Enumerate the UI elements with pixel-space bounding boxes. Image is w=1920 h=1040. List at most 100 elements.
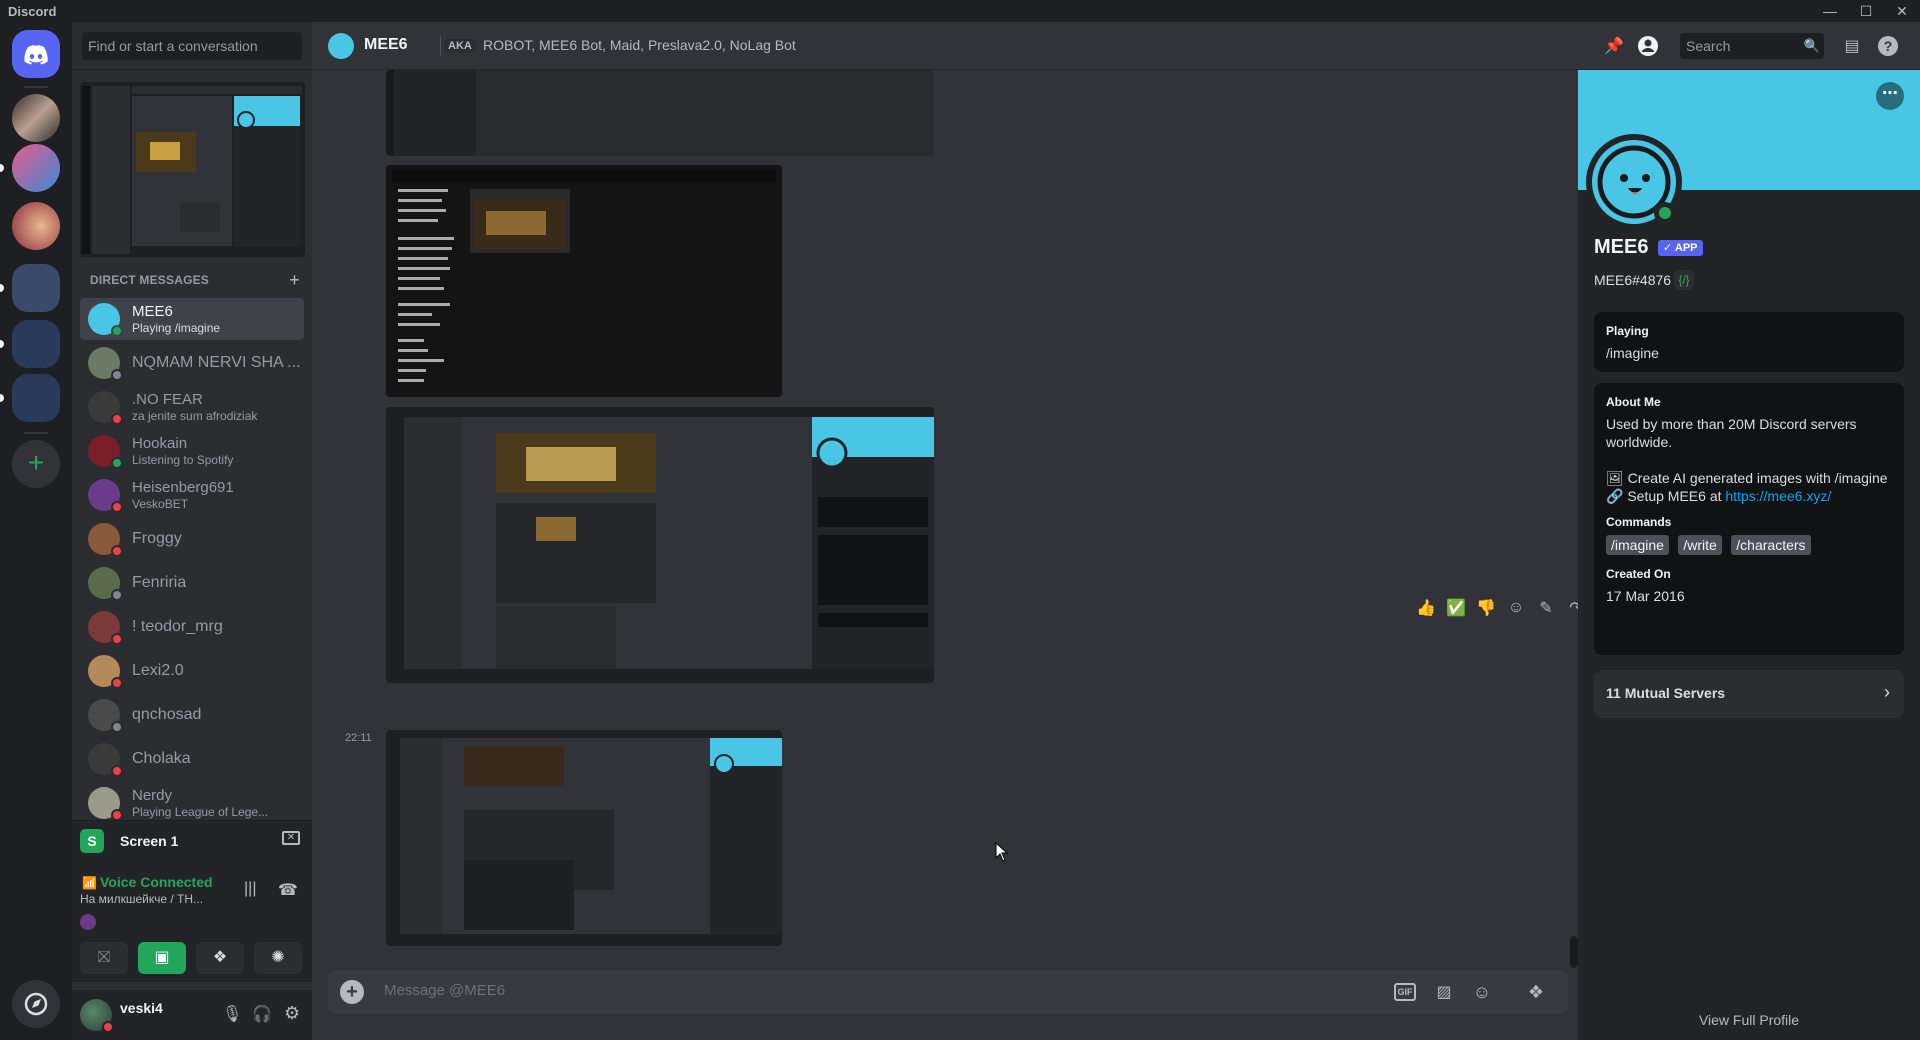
inbox-icon[interactable]: ▤ [1840,34,1864,58]
command-chip[interactable]: /characters [1731,535,1811,555]
dm-name: Nerdy [132,787,173,804]
screen-share-button[interactable]: ▣ [138,942,186,974]
chat-title[interactable]: MEE6 [364,36,408,54]
dm-name: Fenriria [132,574,187,591]
dm-item[interactable]: Cholaka [80,738,304,780]
commands-list: /imagine /write /characters [1606,535,1892,555]
status-dot [111,589,123,601]
server-icon-tdc[interactable] [12,144,60,192]
dm-item[interactable]: Froggy [80,518,304,560]
add-reaction-icon[interactable]: ☺ [1504,596,1528,620]
voice-channel[interactable]: На милкшейкче / TH... [80,892,230,906]
pinned-messages-icon[interactable]: 📌 [1602,34,1626,58]
message-timestamp[interactable]: 22:11 [345,732,372,744]
app-title: Discord [8,3,57,19]
thumbs-down-reaction-icon[interactable]: 👎 [1474,596,1498,620]
dm-item[interactable]: MEE6 Playing /imagine [80,298,304,340]
dm-name: Heisenberg691 [132,479,234,496]
commands-title: Commands [1606,515,1672,529]
dm-item[interactable]: NQMAM NERVI SHA ... [80,342,304,384]
dm-item[interactable]: ! teodor_mrg [80,606,304,648]
messages-scrollbar[interactable] [1570,936,1578,968]
chevron-right-icon: › [1884,682,1890,702]
mutual-servers-row[interactable]: 11 Mutual Servers › [1594,670,1904,718]
profile-tag: MEE6#4876 [1594,272,1672,288]
view-full-profile-button[interactable]: View Full Profile [1578,1012,1920,1028]
check-reaction-icon[interactable]: ✅ [1444,596,1468,620]
about-line-3-text: Setup MEE6 at [1627,488,1726,504]
user-panel: veski4 🎙 🎧 ⚙ [72,990,312,1040]
screen-share-icon: S [80,829,104,853]
add-server-button[interactable]: + [12,440,60,488]
dm-name: NQMAM NERVI SHA ... [132,354,301,371]
server-folder-3[interactable] [12,374,60,422]
profile-avatar[interactable] [1586,134,1682,230]
dm-item[interactable]: Hookain Listening to Spotify [80,430,304,472]
headphones-icon[interactable]: 🎧 [252,1004,272,1024]
apps-icon[interactable]: ❖ [1524,980,1548,1004]
voice-participant-avatar[interactable] [80,914,96,930]
message-input[interactable]: Message @MEE6 [384,982,505,999]
mee6-link[interactable]: https://mee6.xyz/ [1725,488,1831,504]
server-folder-1[interactable] [12,264,60,312]
profile-status-dot [1654,202,1676,224]
message-attachment-image[interactable] [386,70,934,156]
command-chip[interactable]: /imagine [1606,535,1669,555]
dm-name: MEE6 [132,303,173,320]
discover-button[interactable] [12,980,60,1028]
message-attachment-image[interactable] [386,165,782,397]
message-attachment-image[interactable] [386,407,934,683]
user-profile-toggle-icon[interactable] [1636,34,1660,58]
disconnect-icon[interactable]: ☎ [278,880,298,900]
maximize-icon[interactable]: ☐ [1848,0,1884,22]
edit-icon[interactable]: ✎ [1534,596,1558,620]
chat-avatar[interactable] [328,33,354,59]
server-icon-3[interactable] [12,202,60,250]
gif-button[interactable]: GIF [1394,983,1416,1001]
mic-icon[interactable]: 🎙 [222,1004,242,1024]
about-line-2-text: Create AI generated images with /imagine [1627,470,1888,486]
unread-pill [0,394,4,402]
create-dm-icon[interactable]: + [289,270,300,291]
status-dot [111,677,123,689]
server-icon-1[interactable] [12,94,60,142]
find-conversation-input[interactable]: Find or start a conversation [82,32,302,60]
thumbs-up-reaction-icon[interactable]: 👍 [1414,596,1438,620]
dm-item[interactable]: Lexi2.0 [80,650,304,692]
status-dot [111,721,123,733]
emoji-icon[interactable]: ☺ [1470,980,1494,1004]
minimize-icon[interactable]: — [1812,0,1848,22]
voice-status[interactable]: Voice Connected [100,874,213,890]
home-button[interactable] [12,30,60,78]
help-icon[interactable]: ? [1876,34,1900,58]
noise-suppression-icon[interactable]: ||| [244,880,256,898]
dm-item[interactable]: Heisenberg691 VeskoBET [80,474,304,516]
dm-item[interactable]: Nerdy Playing League of Lege... [80,782,304,824]
dm-item[interactable]: .NO FEAR za jenite sum afrodiziak [80,386,304,428]
username[interactable]: veski4 [120,1000,163,1016]
activities-button[interactable]: ❖ [196,942,244,974]
server-rail: + [0,22,72,1040]
server-folder-2[interactable] [12,320,60,368]
about-card: About Me Used by more than 20M Discord s… [1594,383,1904,655]
command-chip[interactable]: /write [1678,535,1722,555]
upload-plus-icon[interactable]: + [340,980,364,1004]
dm-item[interactable]: qnchosad [80,694,304,736]
screen-share-panel: S Screen 1 ✕ [72,820,312,862]
screen-share-preview[interactable] [80,82,305,257]
stop-stream-icon[interactable]: ✕ [282,831,300,845]
settings-gear-icon[interactable]: ⚙ [284,1003,300,1024]
discord-app: Discord — ☐ ✕ + Find or start a conversa… [0,0,1920,1040]
message-attachment-image[interactable] [386,730,782,946]
sticker-icon[interactable]: ▨ [1432,980,1456,1004]
about-line-2: 🖼 Create AI generated images with /imagi… [1606,469,1892,487]
profile-more-icon[interactable]: ⋯ [1876,82,1904,110]
close-icon[interactable]: ✕ [1884,0,1920,22]
soundboard-button[interactable]: ✺ [254,942,302,974]
discord-screenshot [386,407,934,683]
dm-item[interactable]: Fenriria [80,562,304,604]
preview-image [80,82,305,257]
sharex-menu-screenshot [386,165,782,397]
link-emoji-icon: 🔗 [1606,488,1624,504]
camera-button[interactable]: ⛝ [80,942,128,974]
